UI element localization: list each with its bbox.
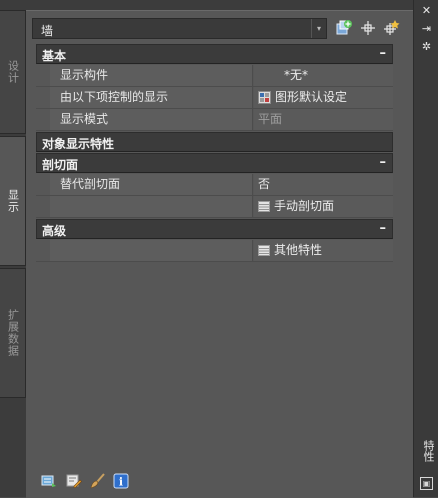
category-advanced-label: 高级	[42, 224, 67, 238]
tab-design-label: 设计	[6, 60, 20, 84]
display-control-value: 图形默认设定	[275, 90, 348, 104]
property-name	[50, 196, 253, 217]
property-row: 手动剖切面	[36, 196, 393, 218]
property-value-display-component[interactable]: *无*	[254, 65, 393, 86]
category-object-display[interactable]: 对象显示特性	[36, 132, 393, 152]
collapse-toggle[interactable]: –	[380, 221, 387, 236]
property-row: 替代剖切面 否	[36, 174, 393, 196]
add-style-icon[interactable]	[335, 19, 353, 37]
palette-menu-icon[interactable]: ▣	[420, 477, 433, 490]
quick-select-icon[interactable]	[359, 19, 377, 37]
tab-extended-data[interactable]: 扩展数据	[0, 268, 26, 398]
property-name: 由以下项控制的显示	[50, 87, 253, 108]
tab-extended-data-label: 扩展数据	[6, 309, 20, 357]
select-objects-icon[interactable]	[383, 19, 401, 37]
tab-display[interactable]: 显示	[0, 136, 26, 266]
info-icon[interactable]: i	[113, 473, 129, 489]
property-name: 替代剖切面	[50, 174, 253, 195]
properties-palette: 设计 显示 扩展数据 墙 ▾ 基本 – 显示构件 *无* 由以下项控制的显示 图…	[0, 0, 438, 498]
palette-title: 特性	[422, 440, 435, 462]
chevron-down-icon[interactable]: ▾	[311, 19, 326, 38]
tab-design[interactable]: 设计	[0, 10, 26, 134]
property-value-display-mode: 平面	[254, 109, 393, 130]
category-basic[interactable]: 基本 –	[36, 44, 393, 64]
palette-title-bar: ✕ ⇥ ✲ 特性 ▣	[413, 0, 438, 497]
edit-style-icon[interactable]	[66, 473, 82, 489]
object-type-value: 墙	[41, 24, 54, 38]
brush-icon[interactable]	[90, 473, 106, 489]
category-object-display-label: 对象显示特性	[42, 137, 115, 151]
category-basic-label: 基本	[42, 49, 67, 63]
property-row: 显示模式 平面	[36, 109, 393, 131]
category-section-label: 剖切面	[42, 158, 79, 172]
object-type-dropdown[interactable]: 墙 ▾	[32, 18, 327, 39]
category-advanced[interactable]: 高级 –	[36, 219, 393, 239]
property-name: 显示构件	[50, 65, 253, 86]
manual-section-label: 手动剖切面	[274, 199, 335, 213]
collapse-toggle[interactable]: –	[380, 46, 387, 61]
other-properties-label: 其他特性	[274, 243, 323, 257]
properties-panel: 墙 ▾ 基本 – 显示构件 *无* 由以下项控制的显示 图形默认设定 显示模式 …	[26, 10, 413, 498]
info-glyph: i	[119, 476, 123, 489]
property-row: 显示构件 *无*	[36, 65, 393, 87]
category-section[interactable]: 剖切面 –	[36, 153, 393, 173]
other-properties-button[interactable]: 其他特性	[254, 240, 393, 261]
collapse-toggle[interactable]: –	[380, 155, 387, 170]
worksheet-icon	[258, 201, 270, 212]
property-row: 由以下项控制的显示 图形默认设定	[36, 87, 393, 109]
property-value-display-control[interactable]: 图形默认设定	[254, 87, 393, 108]
gear-icon[interactable]: ✲	[414, 39, 438, 55]
property-grid: 基本 – 显示构件 *无* 由以下项控制的显示 图形默认设定 显示模式 平面 对…	[36, 44, 393, 262]
tab-display-label: 显示	[6, 189, 20, 213]
property-row: 其他特性	[36, 240, 393, 262]
property-name: 显示模式	[50, 109, 253, 130]
display-control-icon	[258, 91, 271, 104]
manual-section-button[interactable]: 手动剖切面	[254, 196, 393, 217]
property-name	[50, 240, 253, 261]
property-value-override-section[interactable]: 否	[254, 174, 393, 195]
worksheet-icon	[258, 245, 270, 256]
close-icon[interactable]: ✕	[414, 3, 438, 19]
display-manager-icon[interactable]	[41, 473, 57, 489]
auto-hide-icon[interactable]: ⇥	[414, 21, 438, 37]
